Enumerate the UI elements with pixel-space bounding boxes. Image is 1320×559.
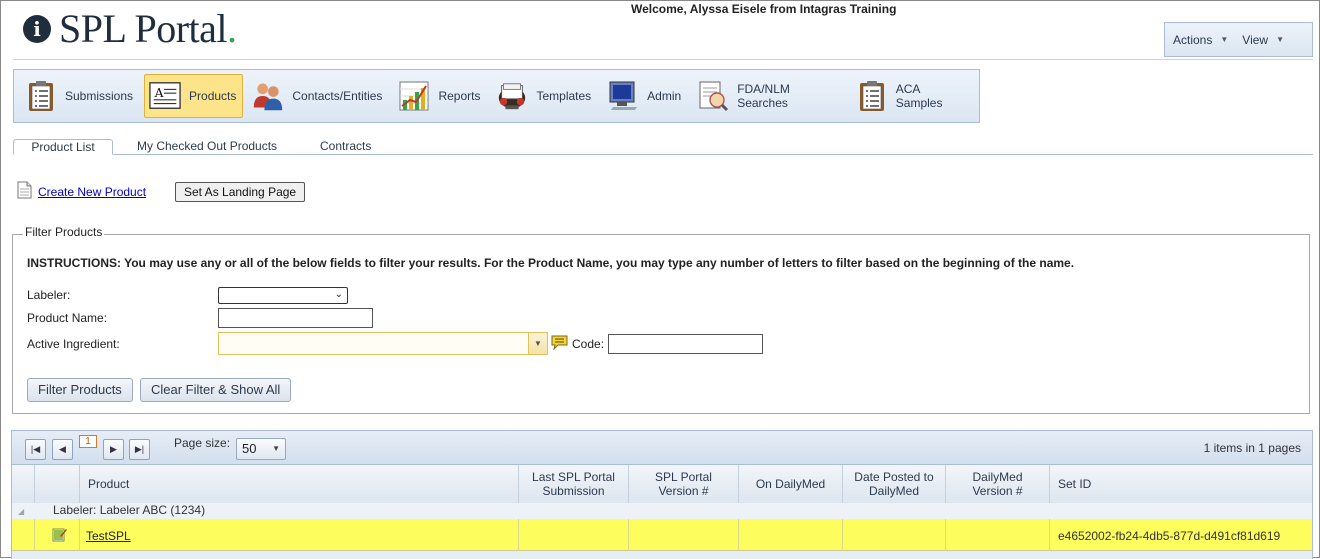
header-last-submission[interactable]: Last SPL Portal Submission <box>518 465 628 503</box>
labeler-select[interactable]: ⌄ <box>218 287 348 304</box>
current-page-number[interactable]: 1 <box>79 435 97 448</box>
clear-filter-button[interactable]: Clear Filter & Show All <box>140 378 292 402</box>
nav-label: Templates <box>536 89 592 103</box>
cell-divider <box>628 519 629 551</box>
actions-menu[interactable]: Actions ▼ <box>1173 33 1228 47</box>
labeler-label: Labeler: <box>27 288 71 302</box>
filter-legend: Filter Products <box>23 225 105 239</box>
set-id-value: e4652002-fb24-4db5-877d-d491cf81d619 <box>1058 529 1281 543</box>
grid-pager: |◀ ◀ 1 ▶ ▶| Page size: 50 ▼ 1 items in 1… <box>11 430 1313 465</box>
product-name-input[interactable] <box>218 308 373 328</box>
nav-label: Admin <box>647 89 682 103</box>
header-product[interactable]: Product <box>79 465 518 503</box>
module-nav: Submissions A Products Contacts/Entities… <box>13 69 980 123</box>
nav-label: Submissions <box>65 89 134 103</box>
tab-my-checked-out-products[interactable]: My Checked Out Products <box>127 139 287 155</box>
nav-reports[interactable]: Reports <box>393 74 487 118</box>
clipboard-list-icon <box>25 79 57 113</box>
next-page-icon[interactable]: ▶ <box>103 439 124 460</box>
document-search-icon <box>697 79 729 113</box>
info-icon: i <box>23 15 51 43</box>
group-label: Labeler: Labeler ABC (1234) <box>53 503 206 517</box>
table-row[interactable]: TestSPL e4652002-fb24-4db5-877d-d491cf81… <box>11 519 1313 551</box>
cell-divider <box>79 519 80 551</box>
cell-divider <box>738 519 739 551</box>
last-page-icon[interactable]: ▶| <box>129 439 150 460</box>
product-name-label: Product Name: <box>27 311 108 325</box>
group-row[interactable]: ◢ Labeler: Labeler ABC (1234) <box>11 503 1313 519</box>
logo-text: SPL Portal. <box>59 6 237 51</box>
filter-instructions: INSTRUCTIONS: You may use any or all of … <box>27 256 1075 270</box>
active-ingredient-label: Active Ingredient: <box>27 337 120 351</box>
note-icon[interactable] <box>551 335 568 351</box>
caret-down-icon: ▼ <box>272 444 280 453</box>
cell-divider <box>1049 519 1050 551</box>
header-icon-col <box>34 465 79 503</box>
nav-contacts-entities[interactable]: Contacts/Entities <box>247 74 389 118</box>
nav-aca-samples[interactable]: ACA Samples <box>852 74 975 118</box>
product-link[interactable]: TestSPL <box>86 529 131 543</box>
cell-divider <box>842 519 843 551</box>
header-on-dailymed[interactable]: On DailyMed <box>738 465 842 503</box>
page-size-label: Page size: <box>174 436 231 450</box>
cell-divider <box>34 519 35 551</box>
nav-label: FDA/NLM Searches <box>737 82 790 110</box>
nav-products[interactable]: A Products <box>144 74 244 118</box>
view-menu[interactable]: View ▼ <box>1242 33 1284 47</box>
caret-down-icon: ▼ <box>1220 35 1229 44</box>
combo-dropdown-button[interactable]: ▼ <box>528 333 547 354</box>
monitor-icon <box>607 79 639 113</box>
collapse-triangle-icon[interactable]: ◢ <box>18 507 24 516</box>
filter-products-button[interactable]: Filter Products <box>27 378 133 402</box>
rolodex-icon <box>496 79 528 113</box>
code-input[interactable] <box>608 334 763 354</box>
prev-page-icon[interactable]: ◀ <box>52 439 73 460</box>
action-menu-bar: Actions ▼ View ▼ <box>1164 22 1313 57</box>
code-label: Code: <box>572 337 605 351</box>
nav-label: Contacts/Entities <box>292 89 383 103</box>
header-dailymed-version[interactable]: DailyMed Version # <box>945 465 1049 503</box>
sub-tabs: Product List My Checked Out Products Con… <box>13 139 1313 155</box>
caret-down-icon: ▼ <box>1276 35 1284 44</box>
actions-label: Actions <box>1173 32 1213 47</box>
nav-label: ACA Samples <box>895 82 943 110</box>
nav-templates[interactable]: Templates <box>491 74 598 118</box>
app-logo: i SPL Portal. <box>23 9 237 49</box>
nav-label: Products <box>189 89 237 103</box>
grid-header: Product Last SPL Portal Submission SPL P… <box>11 465 1313 503</box>
nav-admin[interactable]: Admin <box>602 74 688 118</box>
items-info: 1 items in 1 pages <box>1203 441 1301 455</box>
create-new-product-link[interactable]: Create New Product <box>38 185 146 199</box>
nav-label: Reports <box>438 89 481 103</box>
page-size-select[interactable]: 50 ▼ <box>236 438 286 460</box>
document-a-icon: A <box>149 79 181 113</box>
header-divider <box>13 59 1313 60</box>
header-date-posted[interactable]: Date Posted to DailyMed <box>842 465 945 503</box>
welcome-message: Welcome, Alyssa Eisele from Intagras Tra… <box>631 2 897 16</box>
chart-icon <box>398 79 430 113</box>
nav-submissions[interactable]: Submissions <box>20 74 140 118</box>
page-size-value: 50 <box>242 441 257 456</box>
first-page-icon[interactable]: |◀ <box>25 439 46 460</box>
tab-product-list[interactable]: Product List <box>13 139 113 155</box>
nav-fda-nlm-searches[interactable]: FDA/NLM Searches <box>692 74 847 118</box>
clipboard-list-icon <box>857 79 888 113</box>
cell-divider <box>945 519 946 551</box>
people-icon <box>252 79 284 113</box>
header-spl-version[interactable]: SPL Portal Version # <box>628 465 738 503</box>
tab-contracts[interactable]: Contracts <box>310 139 381 155</box>
create-product-row: Create New Product <box>17 181 146 202</box>
chevron-down-icon: ⌄ <box>334 289 343 300</box>
svg-text:A: A <box>154 86 164 100</box>
set-landing-page-button[interactable]: Set As Landing Page <box>175 182 306 202</box>
new-document-icon <box>17 181 32 202</box>
edit-icon[interactable] <box>52 527 67 542</box>
cell-divider <box>518 519 519 551</box>
view-label: View <box>1242 32 1269 47</box>
header-set-id[interactable]: Set ID <box>1049 465 1312 503</box>
active-ingredient-combobox[interactable]: ▼ <box>218 332 548 355</box>
